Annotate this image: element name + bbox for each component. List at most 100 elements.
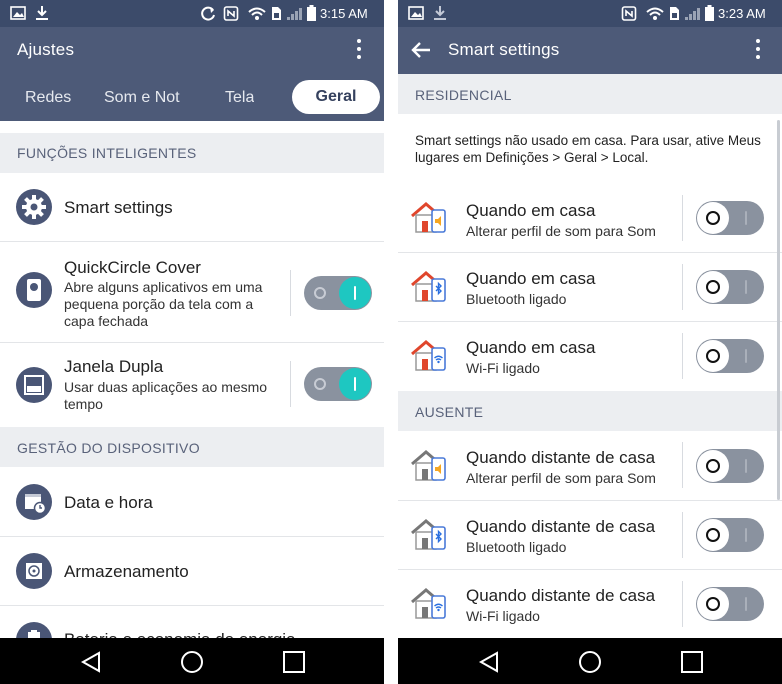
navigation-bar: [398, 638, 782, 684]
away-wifi-toggle[interactable]: [696, 587, 764, 621]
quickcircle-toggle[interactable]: [304, 276, 372, 310]
app-bar: Smart settings: [398, 27, 782, 74]
section-header-residencial: RESIDENCIAL: [398, 74, 782, 114]
list-item-description: Wi-Fi ligado: [466, 608, 540, 624]
calendar-clock-icon: [16, 484, 52, 520]
list-item-label: Janela Dupla: [64, 357, 164, 376]
wifi-signal-icon: [248, 7, 266, 20]
list-item-label: Quando distante de casa: [466, 448, 656, 467]
status-bar: 3:23 AM: [398, 0, 782, 27]
list-item-label: Armazenamento: [64, 562, 189, 581]
recents-nav-icon[interactable]: [680, 650, 704, 674]
home-nav-icon[interactable]: [180, 650, 204, 674]
tab-redes[interactable]: Redes: [25, 74, 71, 121]
smart-settings-screen: 3:23 AM Smart settings RESIDENCIAL Smart…: [398, 0, 782, 684]
house-wifi-icon: [411, 340, 446, 371]
overflow-menu-icon[interactable]: [355, 39, 363, 63]
nfc-icon: [223, 6, 239, 21]
tab-som-notificacoes[interactable]: Som e Not: [104, 74, 182, 121]
sim-icon: [670, 7, 679, 20]
house-sound-icon: [411, 202, 446, 233]
list-item-away-wifi[interactable]: Quando distante de casa Wi-Fi ligado: [398, 570, 782, 638]
back-nav-icon[interactable]: [477, 650, 501, 674]
list-item-home-bluetooth[interactable]: Quando em casa Bluetooth ligado: [398, 253, 782, 321]
settings-screen: 3:15 AM Ajustes Redes Som e Not Tela Ger…: [0, 0, 384, 684]
vertical-separator: [682, 333, 683, 379]
app-bar: Ajustes: [0, 27, 384, 74]
list-item-description: Bluetooth ligado: [466, 291, 567, 307]
status-time: 3:23 AM: [718, 6, 766, 21]
cell-signal-icon: [287, 8, 302, 20]
tab-tela[interactable]: Tela: [225, 74, 254, 121]
section-header-funcoes-inteligentes: FUNÇÕES INTELIGENTES: [0, 133, 384, 173]
status-bar: 3:15 AM: [0, 0, 384, 27]
home-sound-toggle[interactable]: [696, 201, 764, 235]
page-title: Ajustes: [17, 40, 75, 59]
section-label: RESIDENCIAL: [415, 87, 512, 103]
status-time: 3:15 AM: [320, 6, 368, 21]
list-item-label: Quando distante de casa: [466, 586, 656, 605]
overflow-menu-icon[interactable]: [754, 39, 762, 63]
house-away-sound-icon: [411, 450, 446, 481]
battery-status-icon: [307, 5, 316, 21]
vertical-separator: [682, 264, 683, 310]
list-item-away-sound[interactable]: Quando distante de casa Alterar perfil d…: [398, 431, 782, 500]
back-arrow-icon[interactable]: [410, 40, 432, 60]
list-item-label: Quando distante de casa: [466, 517, 656, 536]
list-item-description: Alterar perfil de som para Som: [466, 223, 656, 239]
home-wifi-toggle[interactable]: [696, 339, 764, 373]
recents-nav-icon[interactable]: [282, 650, 306, 674]
list-item-description: Abre alguns aplicativos em uma pequena p…: [64, 279, 263, 329]
wifi-signal-icon: [646, 7, 664, 20]
section-label: AUSENTE: [415, 404, 484, 420]
navigation-bar: [0, 638, 384, 684]
download-notification-icon: [36, 6, 48, 20]
list-item-home-sound[interactable]: Quando em casa Alterar perfil de som par…: [398, 184, 782, 252]
away-sound-toggle[interactable]: [696, 449, 764, 483]
vertical-separator: [682, 442, 683, 488]
screen-gap: [384, 0, 398, 684]
house-away-bluetooth-icon: [411, 519, 446, 550]
list-item-away-bluetooth[interactable]: Quando distante de casa Bluetooth ligado: [398, 501, 782, 569]
section-header-ausente: AUSENTE: [398, 391, 782, 431]
list-item-label: Quando em casa: [466, 338, 596, 357]
list-item-label: Smart settings: [64, 198, 173, 217]
back-nav-icon[interactable]: [79, 650, 103, 674]
image-notification-icon: [10, 6, 26, 20]
list-item-quickcircle-cover[interactable]: QuickCircle Cover Abre alguns aplicativo…: [0, 242, 384, 342]
home-nav-icon[interactable]: [578, 650, 602, 674]
scrollbar[interactable]: [777, 120, 780, 500]
list-item-description: Wi-Fi ligado: [466, 360, 540, 376]
vertical-separator: [682, 195, 683, 241]
list-item-smart-settings[interactable]: Smart settings: [0, 173, 384, 241]
vertical-separator: [682, 512, 683, 558]
vertical-separator: [290, 270, 291, 316]
download-notification-icon: [434, 6, 446, 20]
page-title: Smart settings: [448, 40, 560, 59]
location-notice: Smart settings não usado em casa. Para u…: [415, 133, 761, 165]
list-item-armazenamento[interactable]: Armazenamento: [0, 537, 384, 605]
list-item-label: Data e hora: [64, 493, 153, 512]
house-bluetooth-icon: [411, 271, 446, 302]
sim-icon: [272, 7, 281, 20]
list-item-description: Alterar perfil de som para Som: [466, 470, 656, 486]
away-bluetooth-toggle[interactable]: [696, 518, 764, 552]
storage-icon: [16, 553, 52, 589]
list-item-data-e-hora[interactable]: Data e hora: [0, 467, 384, 536]
list-item-label: QuickCircle Cover: [64, 258, 201, 277]
tab-bar: Redes Som e Not Tela Geral: [0, 74, 384, 121]
list-item-description: Usar duas aplicações ao mesmo tempo: [64, 379, 268, 412]
home-bluetooth-toggle[interactable]: [696, 270, 764, 304]
list-item-label: Quando em casa: [466, 201, 596, 220]
nfc-icon: [621, 6, 637, 21]
battery-status-icon: [705, 5, 714, 21]
list-item-label: Quando em casa: [466, 269, 596, 288]
tab-geral[interactable]: Geral: [292, 80, 380, 114]
vertical-separator: [290, 361, 291, 407]
list-item-home-wifi[interactable]: Quando em casa Wi-Fi ligado: [398, 322, 782, 390]
image-notification-icon: [408, 6, 424, 20]
janela-dupla-toggle[interactable]: [304, 367, 372, 401]
list-item-janela-dupla[interactable]: Janela Dupla Usar duas aplicações ao mes…: [0, 343, 384, 427]
section-header-gestao-dispositivo: GESTÃO DO DISPOSITIVO: [0, 427, 384, 467]
section-label: FUNÇÕES INTELIGENTES: [17, 145, 197, 161]
